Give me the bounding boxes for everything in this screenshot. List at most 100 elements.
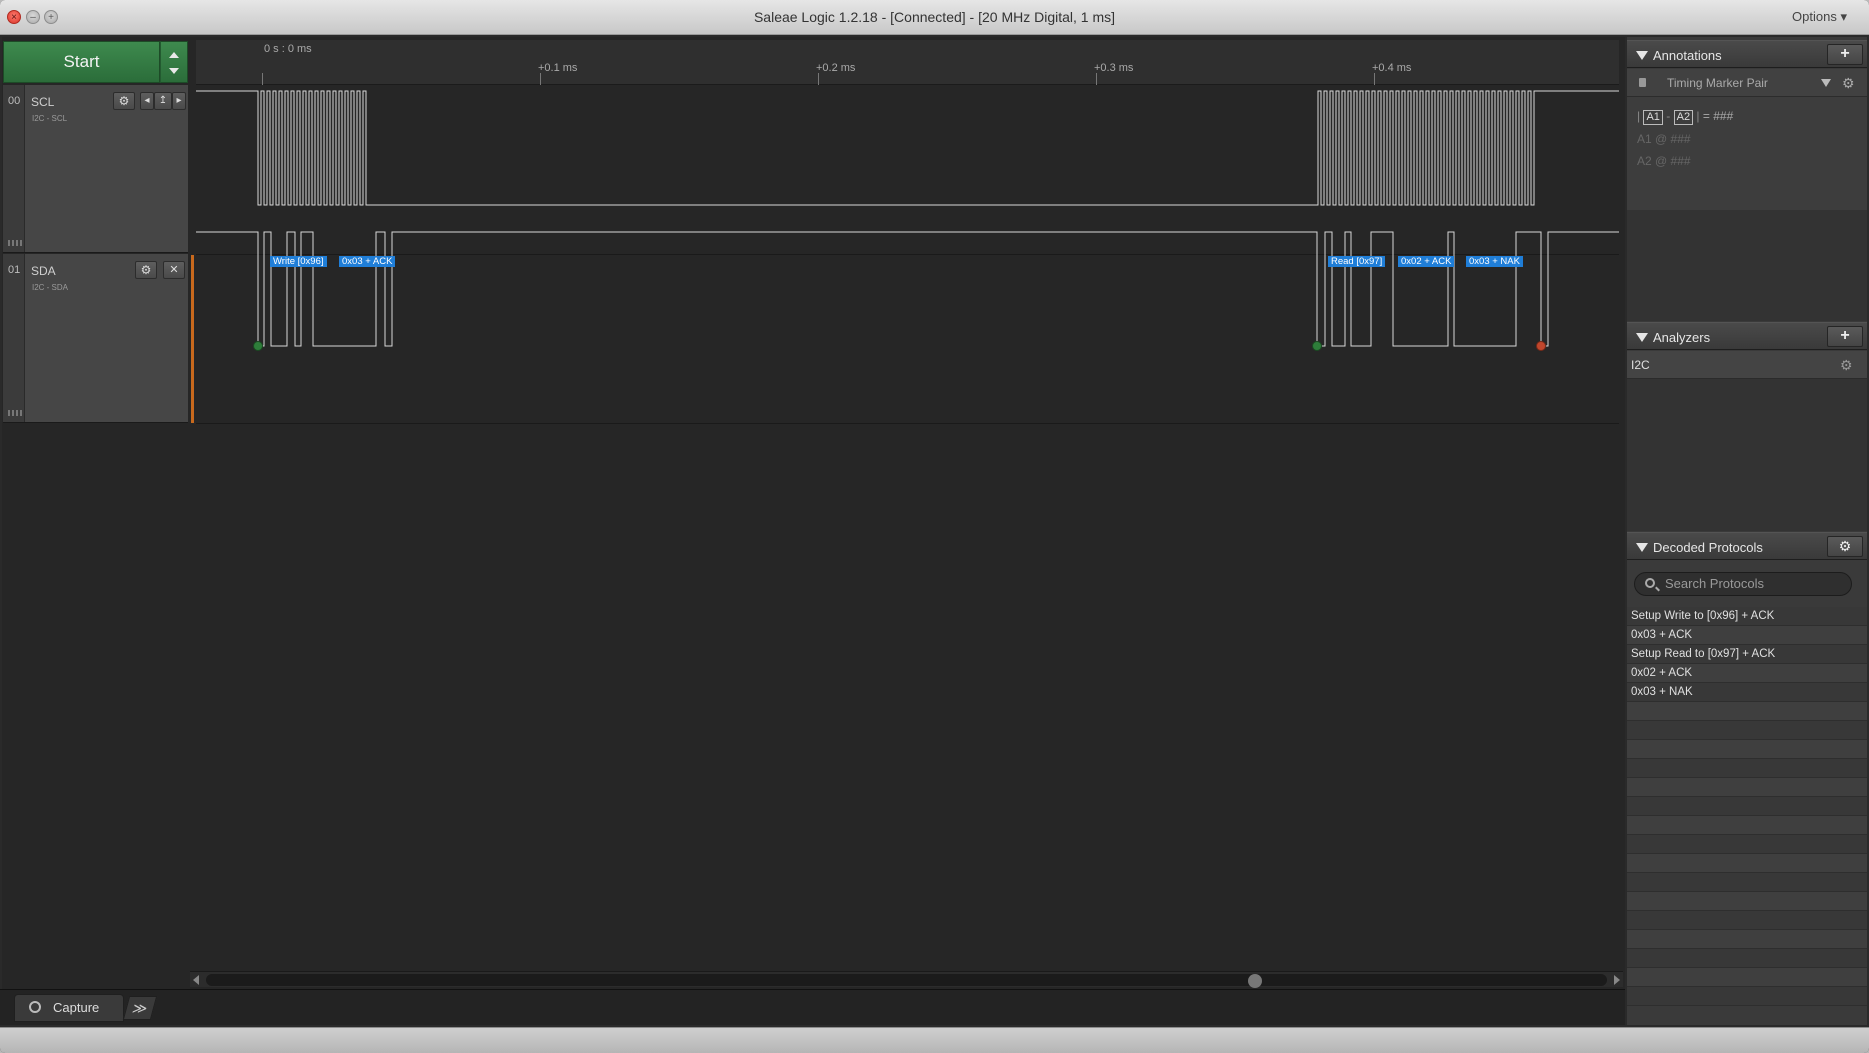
decoded-empty-row: [1627, 759, 1867, 778]
decoded-empty-row: [1627, 702, 1867, 721]
start-button[interactable]: Start: [3, 41, 160, 83]
annotation-delta-line: | A1 - A2 | = ###: [1637, 109, 1734, 125]
tick-line: [540, 73, 541, 85]
scroll-right-icon[interactable]: [1614, 975, 1620, 985]
scroll-thumb[interactable]: [1248, 974, 1262, 988]
dropdown-arrow-icon[interactable]: [1821, 79, 1831, 87]
decoded-protocols-header[interactable]: Decoded Protocols ⚙: [1627, 532, 1867, 560]
close-icon: ✕: [169, 264, 179, 276]
annotations-title: Annotations: [1653, 48, 1722, 63]
tab-capture[interactable]: Capture: [14, 994, 124, 1022]
tick-line: [1096, 73, 1097, 85]
scl-waveform: [196, 90, 1619, 206]
time-ruler[interactable]: 0 s : 0 ms +0.1 ms +0.2 ms +0.3 ms +0.4 …: [196, 40, 1619, 85]
trigger-indicator: [191, 255, 194, 423]
search-protocols-input[interactable]: Search Protocols: [1634, 572, 1852, 596]
analyzers-title: Analyzers: [1653, 330, 1711, 345]
analyzers-header[interactable]: Analyzers +: [1627, 322, 1867, 350]
decoded-empty-row: [1627, 778, 1867, 797]
decode-label[interactable]: 0x03 + ACK: [339, 256, 396, 267]
start-condition-marker: [1312, 341, 1322, 351]
annotations-empty-area: [1627, 210, 1867, 321]
search-icon: [29, 1001, 41, 1013]
decoded-empty-row: [1627, 930, 1867, 949]
decoded-empty-row: [1627, 987, 1867, 1006]
options-menu-button[interactable]: Options ▾: [1792, 9, 1847, 25]
search-placeholder: Search Protocols: [1665, 576, 1764, 591]
add-annotation-button[interactable]: +: [1827, 44, 1863, 65]
start-options-button[interactable]: [160, 41, 188, 83]
decoded-row[interactable]: Setup Read to [0x97] + ACK: [1627, 645, 1867, 664]
scroll-left-icon[interactable]: [193, 975, 199, 985]
gear-icon[interactable]: ⚙: [1840, 357, 1853, 374]
channel-row-sda[interactable]: 01 SDA I2C - SDA ⚙ ✕: [3, 254, 188, 423]
decoded-empty-row: [1627, 892, 1867, 911]
add-analyzer-button[interactable]: +: [1827, 326, 1863, 347]
channel-name[interactable]: SCL: [31, 95, 54, 109]
channel-number-column: [3, 85, 25, 252]
decoded-empty-row: [1627, 835, 1867, 854]
start-condition-marker: [253, 341, 263, 351]
gear-icon[interactable]: ⚙: [1842, 75, 1855, 92]
marker-a1-badge[interactable]: A1: [1643, 110, 1663, 125]
tick-line: [262, 73, 263, 85]
timing-marker-pair-row[interactable]: Timing Marker Pair ⚙: [1627, 69, 1867, 97]
time-tick-label: +0.2 ms: [816, 62, 856, 74]
sda-waveform: [196, 231, 1619, 347]
decoded-protocols-body: Search Protocols Setup Write to [0x96] +…: [1627, 561, 1867, 1025]
decode-label[interactable]: 0x02 + ACK: [1398, 256, 1455, 267]
decoded-empty-row: [1627, 721, 1867, 740]
annotations-body: Timing Marker Pair ⚙ | A1 - A2 | = ### A…: [1627, 69, 1867, 321]
drag-handle-icon[interactable]: [8, 410, 22, 416]
decoded-row[interactable]: 0x03 + ACK: [1627, 626, 1867, 645]
tab-more-button[interactable]: ≫: [122, 996, 158, 1020]
collapse-triangle-icon[interactable]: [1636, 333, 1648, 342]
channel-subtitle: I2C - SCL: [32, 114, 68, 123]
tab-bar: Capture ≫: [0, 989, 1625, 1025]
next-edge-button[interactable]: ▸: [172, 92, 186, 110]
decode-label[interactable]: Read [0x97]: [1328, 256, 1386, 267]
tab-label: Capture: [53, 1000, 100, 1015]
channel-panel: 00 SCL I2C - SCL ⚙ ◂ ↥ ▸ 01 SDA I2C - SD…: [3, 85, 188, 423]
search-icon: [1645, 578, 1655, 588]
channel-settings-button[interactable]: ⚙: [135, 261, 157, 279]
gear-icon: ⚙: [140, 263, 152, 277]
time-tick-label: +0.4 ms: [1372, 62, 1412, 74]
collapse-triangle-icon[interactable]: [1636, 543, 1648, 552]
window-title: Saleae Logic 1.2.18 - [Connected] - [20 …: [753, 9, 1116, 25]
marker-a2-badge[interactable]: A2: [1673, 110, 1694, 125]
annotation-a1-line: A1 @ ###: [1637, 132, 1691, 146]
decoded-row[interactable]: 0x03 + NAK: [1627, 683, 1867, 702]
stop-condition-marker: [1536, 341, 1546, 351]
waveform-area[interactable]: Write [0x96] 0x03 + ACK Read [0x97] 0x02…: [196, 86, 1619, 424]
waveform-svg: [196, 90, 1619, 351]
channel-number: 01: [8, 264, 21, 276]
channel-row-scl[interactable]: 00 SCL I2C - SCL ⚙ ◂ ↥ ▸: [3, 85, 188, 253]
remove-channel-button[interactable]: ✕: [163, 261, 185, 279]
analyzer-item-i2c[interactable]: I2C ⚙: [1627, 351, 1867, 379]
chevron-right-icon: ▸: [176, 95, 182, 106]
prev-edge-button[interactable]: ◂: [140, 92, 154, 110]
status-bar: [0, 1027, 1869, 1053]
decode-label[interactable]: 0x03 + NAK: [1466, 256, 1523, 267]
decoded-row[interactable]: 0x02 + ACK: [1627, 664, 1867, 683]
collapse-triangle-icon[interactable]: [1636, 51, 1648, 60]
chevron-up-icon: [169, 52, 179, 58]
decoded-empty-row: [1627, 740, 1867, 759]
channel-name[interactable]: SDA: [31, 264, 56, 278]
decode-label[interactable]: Write [0x96]: [270, 256, 327, 267]
gear-icon: ⚙: [118, 94, 130, 108]
drag-handle-icon[interactable]: [8, 240, 22, 246]
decoded-row[interactable]: Setup Write to [0x96] + ACK: [1627, 607, 1867, 626]
title-bar: × – + Saleae Logic 1.2.18 - [Connected] …: [0, 0, 1869, 35]
trigger-edge-icon: ↥: [158, 95, 168, 106]
annotations-header[interactable]: Annotations +: [1627, 40, 1867, 68]
decoded-empty-row: [1627, 873, 1867, 892]
horizontal-scrollbar[interactable]: [190, 971, 1623, 988]
decoded-protocols-title: Decoded Protocols: [1653, 540, 1763, 555]
trigger-button[interactable]: ↥: [154, 92, 172, 110]
decoded-protocols-settings-button[interactable]: ⚙: [1827, 536, 1863, 557]
channel-settings-button[interactable]: ⚙: [113, 92, 135, 110]
scroll-track[interactable]: [206, 974, 1607, 988]
analyzers-body: I2C ⚙: [1627, 351, 1867, 531]
